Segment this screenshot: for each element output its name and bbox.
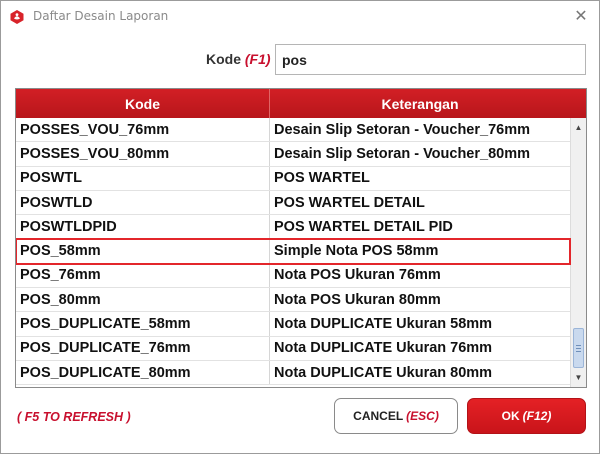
search-label-text: Kode — [206, 51, 241, 67]
column-header-kode[interactable]: Kode — [16, 89, 270, 118]
cell-keterangan: Nota DUPLICATE Ukuran 58mm — [274, 316, 493, 333]
ok-button-label: OK — [501, 409, 520, 423]
scroll-thumb[interactable] — [573, 328, 584, 368]
cell-keterangan: Nota POS Ukuran 76mm — [274, 267, 441, 284]
cell-kode: POSWTLDPID — [16, 215, 270, 239]
cell-keterangan: POS WARTEL DETAIL — [274, 194, 425, 211]
cell-kode: POSSES_VOU_80mm — [16, 142, 270, 166]
column-header-keterangan[interactable]: Keterangan — [270, 89, 570, 118]
cell-keterangan: Desain Slip Setoran - Voucher_80mm — [274, 145, 530, 162]
close-icon: ✕ — [574, 8, 588, 25]
cell-kode: POS_76mm — [16, 263, 270, 288]
thumb-grip-line — [576, 345, 581, 346]
cancel-shortcut: (ESC) — [406, 409, 439, 423]
title-bar[interactable]: Daftar Desain Laporan ✕ — [1, 1, 599, 31]
cell-kode: POSWTLD — [16, 190, 270, 215]
table-row[interactable]: POS_80mm Nota POS Ukuran 80mm — [16, 288, 570, 313]
cell-kode: POS_58mm — [16, 239, 270, 263]
scroll-up-arrow-icon[interactable]: ▲ — [571, 120, 586, 135]
search-label: Kode (F1) — [206, 51, 271, 67]
close-button[interactable]: ✕ — [569, 5, 593, 27]
cell-keterangan: Simple Nota POS 58mm — [274, 243, 439, 260]
scroll-down-arrow-icon[interactable]: ▼ — [571, 370, 586, 385]
table-row[interactable]: POSSES_VOU_80mm Desain Slip Setoran - Vo… — [16, 142, 570, 167]
search-shortcut: (F1) — [244, 51, 271, 67]
table-row[interactable]: POSWTLD POS WARTEL DETAIL — [16, 190, 570, 216]
search-input[interactable] — [275, 44, 586, 75]
cancel-button[interactable]: CANCEL (ESC) — [334, 398, 458, 434]
table-row[interactable]: POS_DUPLICATE_80mm Nota DUPLICATE Ukuran… — [16, 360, 570, 386]
ok-shortcut: (F12) — [522, 409, 552, 423]
cell-kode: POSSES_VOU_76mm — [16, 118, 270, 142]
vertical-scrollbar[interactable]: ▲ ▼ — [570, 118, 586, 387]
table-row[interactable]: POS_DUPLICATE_58mm Nota DUPLICATE Ukuran… — [16, 312, 570, 337]
cell-kode: POSWTL — [16, 166, 270, 190]
refresh-hint: ( F5 TO REFRESH ) — [17, 410, 131, 424]
cell-keterangan: POS WARTEL — [274, 170, 370, 187]
cell-keterangan: Nota DUPLICATE Ukuran 80mm — [274, 364, 493, 381]
report-design-dialog: Daftar Desain Laporan ✕ Kode (F1) Kode K… — [0, 0, 600, 454]
table-row[interactable]: POSWTL POS WARTEL — [16, 166, 570, 191]
app-logo-icon — [10, 10, 24, 24]
table-row[interactable]: POSSES_VOU_76mm Desain Slip Setoran - Vo… — [16, 118, 570, 143]
report-table[interactable]: Kode Keterangan POSSES_VOU_76mm Desain S… — [15, 88, 587, 388]
table-row[interactable]: POSWTLDPID POS WARTEL DETAIL PID — [16, 215, 570, 240]
table-row-highlighted[interactable]: POS_58mm Simple Nota POS 58mm — [16, 238, 571, 265]
table-row[interactable]: POS_DUPLICATE_76mm Nota DUPLICATE Ukuran… — [16, 336, 570, 361]
ok-button[interactable]: OK (F12) — [467, 398, 586, 434]
cell-kode: POS_DUPLICATE_80mm — [16, 360, 270, 385]
table-body: POSSES_VOU_76mm Desain Slip Setoran - Vo… — [16, 118, 571, 386]
table-row[interactable]: POS_76mm Nota POS Ukuran 76mm — [16, 263, 570, 289]
cell-kode: POS_DUPLICATE_76mm — [16, 336, 270, 360]
cell-keterangan: Desain Slip Setoran - Voucher_76mm — [274, 121, 530, 138]
table-header: Kode Keterangan — [16, 89, 586, 118]
thumb-grip-line — [576, 348, 581, 349]
cell-kode: POS_80mm — [16, 288, 270, 312]
window-title: Daftar Desain Laporan — [33, 9, 169, 23]
cell-kode: POS_DUPLICATE_58mm — [16, 312, 270, 336]
cell-keterangan: POS WARTEL DETAIL PID — [274, 218, 453, 235]
cell-keterangan: Nota POS Ukuran 80mm — [274, 291, 441, 308]
cell-keterangan: Nota DUPLICATE Ukuran 76mm — [274, 340, 493, 357]
cancel-button-label: CANCEL — [353, 409, 404, 423]
thumb-grip-line — [576, 351, 581, 352]
